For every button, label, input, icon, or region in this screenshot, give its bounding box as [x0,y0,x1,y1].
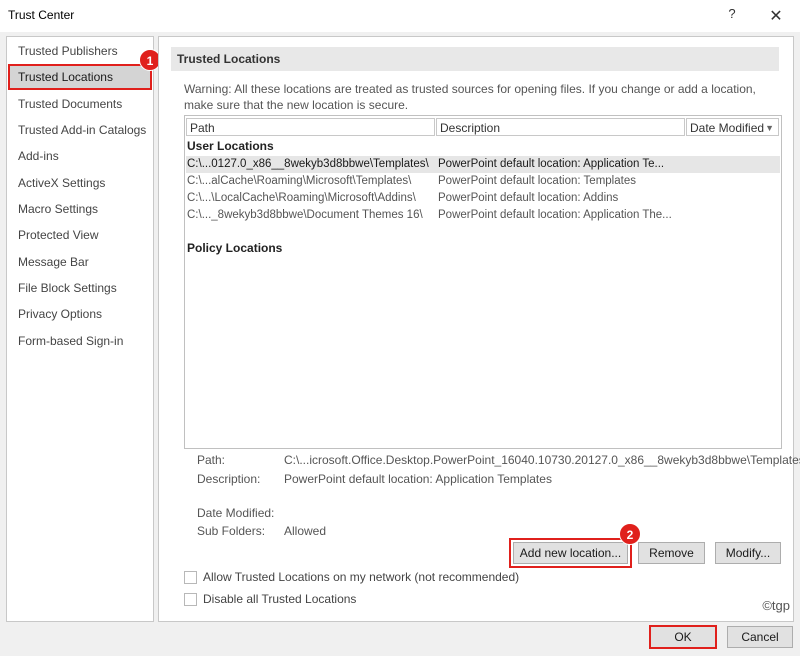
remove-button[interactable]: Remove [638,542,705,564]
row-description: PowerPoint default location: Application… [438,158,665,170]
row-description: PowerPoint default location: Addins [438,192,619,204]
cancel-button[interactable]: Cancel [727,626,793,648]
modify-button[interactable]: Modify... [715,542,781,564]
row-path: C:\...0127.0_x86__8wekyb3d8bbwe\Template… [187,158,429,170]
detail-path-label: Path: [197,453,226,467]
sidebar-item-trusted-addin-catalogs[interactable]: Trusted Add-in Catalogs [9,118,151,142]
row-path: C:\...alCache\Roaming\Microsoft\Template… [187,175,412,187]
detail-description-value: PowerPoint default location: Application… [284,472,552,486]
row-path: C:\...\LocalCache\Roaming\Microsoft\Addi… [187,192,416,204]
sidebar: Trusted Publishers Trusted Locations Tru… [6,36,154,622]
locations-table: Path Description Date Modified ▼ User Lo… [184,115,782,449]
detail-date-label: Date Modified: [197,506,275,520]
column-header-date-label: Date Modified [690,121,765,135]
allow-network-checkbox[interactable] [184,571,197,584]
group-user-locations: User Locations [187,139,274,153]
column-header-description[interactable]: Description [436,118,685,136]
row-description: PowerPoint default location: Templates [438,175,636,187]
trust-center-dialog: Trust Center ? ✕ Trusted Publishers Trus… [0,0,800,656]
step-badge-2: 2 [619,523,641,545]
allow-network-label: Allow Trusted Locations on my network (n… [203,570,520,584]
table-row[interactable]: C:\...alCache\Roaming\Microsoft\Template… [186,173,780,190]
ok-button[interactable]: OK [649,625,717,649]
sidebar-item-activex-settings[interactable]: ActiveX Settings [9,171,151,195]
sidebar-item-file-block-settings[interactable]: File Block Settings [9,276,151,300]
table-row[interactable]: C:\...0127.0_x86__8wekyb3d8bbwe\Template… [186,156,780,173]
row-path: C:\..._8wekyb3d8bbwe\Document Themes 16\ [187,209,423,221]
column-header-date-modified[interactable]: Date Modified ▼ [686,118,779,136]
table-row[interactable]: C:\..._8wekyb3d8bbwe\Document Themes 16\… [186,207,780,224]
disable-all-option[interactable]: Disable all Trusted Locations [184,592,484,608]
close-icon[interactable]: ✕ [766,6,786,26]
allow-network-option[interactable]: Allow Trusted Locations on my network (n… [184,570,584,586]
window-title: Trust Center [8,8,75,22]
help-icon[interactable]: ? [722,6,742,26]
sidebar-item-addins[interactable]: Add-ins [9,144,151,168]
detail-subfolders-label: Sub Folders: [197,524,266,538]
sidebar-item-message-bar[interactable]: Message Bar [9,250,151,274]
chevron-down-icon: ▼ [765,123,774,133]
sidebar-item-form-based-signin[interactable]: Form-based Sign-in [9,329,151,353]
sidebar-item-trusted-publishers[interactable]: Trusted Publishers [9,39,151,63]
sidebar-item-trusted-locations[interactable]: Trusted Locations [8,64,152,90]
main-panel: Trusted Locations Warning: All these loc… [158,36,800,622]
title-bar: Trust Center ? ✕ [0,0,800,32]
sidebar-item-trusted-documents[interactable]: Trusted Documents [9,92,151,116]
detail-subfolders-value: Allowed [284,524,327,538]
detail-description-label: Description: [197,472,261,486]
add-new-location-button[interactable]: Add new location... [509,538,632,568]
watermark: ©tgp [762,598,790,613]
sidebar-item-protected-view[interactable]: Protected View [9,223,151,247]
row-description: PowerPoint default location: Application… [438,209,672,221]
warning-text: Warning: All these locations are treated… [184,82,756,112]
sidebar-item-macro-settings[interactable]: Macro Settings [9,197,151,221]
disable-all-label: Disable all Trusted Locations [203,592,357,606]
group-policy-locations: Policy Locations [187,241,283,255]
detail-path-value: C:\...icrosoft.Office.Desktop.PowerPoint… [284,453,800,467]
sidebar-item-privacy-options[interactable]: Privacy Options [9,302,151,326]
disable-all-checkbox[interactable] [184,593,197,606]
table-row[interactable]: C:\...\LocalCache\Roaming\Microsoft\Addi… [186,190,780,207]
section-title: Trusted Locations [171,47,779,71]
column-header-path[interactable]: Path [186,118,435,136]
